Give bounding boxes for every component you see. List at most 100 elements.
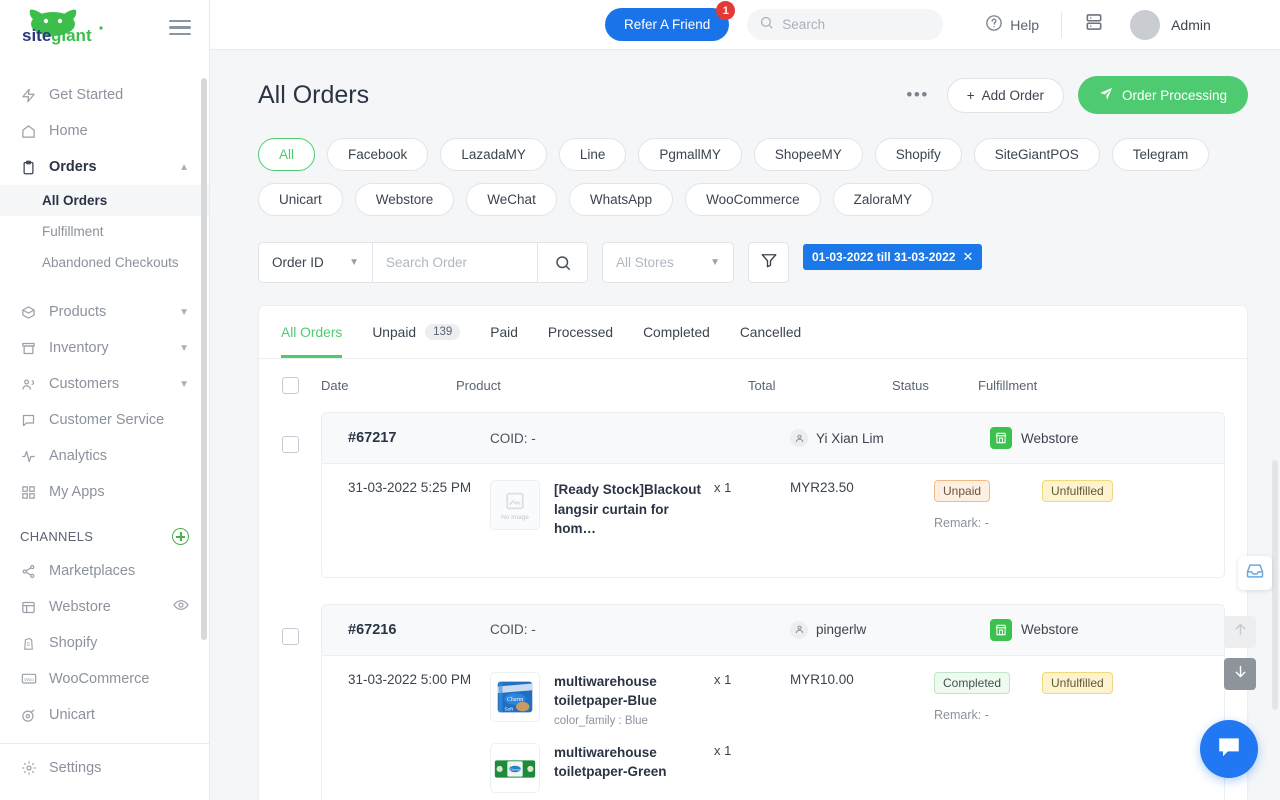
chip-sitegiantpos[interactable]: SiteGiantPOS xyxy=(973,138,1100,171)
chevron-down-icon: ▼ xyxy=(179,306,189,318)
sidebar-item-all-orders[interactable]: All Orders xyxy=(0,185,209,216)
more-options-icon[interactable]: ••• xyxy=(902,85,932,105)
order-card-header: #67217 COID: - Yi Xian Lim Webstore xyxy=(322,413,1224,464)
scroll-down-button[interactable] xyxy=(1224,658,1256,690)
sidebar-item-my-apps[interactable]: My Apps xyxy=(0,474,209,510)
order-customer[interactable]: pingerlw xyxy=(790,620,990,639)
filter-button[interactable] xyxy=(748,242,789,283)
order-fulfillment-cell: Unfulfilled xyxy=(1020,480,1224,555)
refer-a-friend-button[interactable]: Refer A Friend xyxy=(605,8,730,41)
tab-paid[interactable]: Paid xyxy=(490,307,518,358)
select-all-checkbox[interactable] xyxy=(281,377,299,394)
content-scrollbar[interactable] xyxy=(1272,460,1278,710)
product-line: Charm Soft multiwarehouse toiletpaper-Bl… xyxy=(490,671,790,727)
add-order-label: Add Order xyxy=(981,87,1044,103)
sidebar-item-marketplaces[interactable]: Marketplaces xyxy=(0,553,209,589)
sidebar-subitem-label: Fulfillment xyxy=(42,224,104,239)
chip-facebook[interactable]: Facebook xyxy=(327,138,429,171)
chip-woocommerce[interactable]: WooCommerce xyxy=(685,183,821,216)
sidebar-item-settings[interactable]: Settings xyxy=(0,750,209,786)
chat-support-button[interactable] xyxy=(1200,720,1258,778)
chip-webstore[interactable]: Webstore xyxy=(354,183,455,216)
chip-telegram[interactable]: Telegram xyxy=(1111,138,1210,171)
tab-completed[interactable]: Completed xyxy=(643,307,710,358)
tab-unpaid[interactable]: Unpaid 139 xyxy=(372,306,461,358)
order-channel: Webstore xyxy=(990,618,1079,641)
channel-filter-chips: All Facebook LazadaMY Line PgmallMY Shop… xyxy=(258,138,1218,216)
eye-icon[interactable] xyxy=(173,597,189,617)
chip-pgmallmy[interactable]: PgmallMY xyxy=(638,138,742,171)
sidebar-item-webstore[interactable]: Webstore xyxy=(0,589,209,625)
sidebar-item-analytics[interactable]: Analytics xyxy=(0,438,209,474)
tab-all-orders[interactable]: All Orders xyxy=(281,307,343,358)
sidebar-nav: Get Started Home Orders ▲ All Orders Ful… xyxy=(0,55,209,800)
order-coid: COID: - xyxy=(490,622,536,638)
product-thumbnail-no-image: No image xyxy=(490,480,540,530)
product-info: [Ready Stock]Blackout langsir curtain fo… xyxy=(554,480,790,539)
chip-lazadamy[interactable]: LazadaMY xyxy=(440,138,547,171)
search-input[interactable] xyxy=(782,17,932,32)
sidebar-item-label: Webstore xyxy=(49,599,111,615)
sidebar-item-customers[interactable]: Customers ▼ xyxy=(0,366,209,402)
add-order-button[interactable]: + Add Order xyxy=(946,77,1064,113)
sidebar-item-unicart[interactable]: Unicart xyxy=(0,697,209,733)
svg-text:Woo: Woo xyxy=(24,677,34,682)
chip-shopify[interactable]: Shopify xyxy=(874,138,962,171)
shopify-icon: S xyxy=(20,635,37,652)
sidebar-item-inventory[interactable]: Inventory ▼ xyxy=(0,330,209,366)
order-card-67217[interactable]: #67217 COID: - Yi Xian Lim Webstore 31-0… xyxy=(321,412,1225,578)
date-range-label: 01-03-2022 till 31-03-2022 xyxy=(812,250,956,264)
stores-select[interactable]: All Stores ▼ xyxy=(602,242,734,283)
sidebar-subitem-label: Abandoned Checkouts xyxy=(42,255,179,270)
product-qty: x 1 xyxy=(714,480,732,495)
sitegiant-logo[interactable]: site giant xyxy=(20,8,115,48)
sidebar-item-fulfillment[interactable]: Fulfillment xyxy=(0,216,209,247)
global-search[interactable] xyxy=(747,9,944,40)
inbox-float-button[interactable] xyxy=(1238,556,1272,590)
close-icon[interactable]: ✕ xyxy=(962,249,973,265)
chip-all[interactable]: All xyxy=(258,138,316,171)
sidebar-item-abandoned-checkouts[interactable]: Abandoned Checkouts xyxy=(0,247,209,278)
sidebar-divider xyxy=(0,743,209,744)
order-total: MYR10.00 xyxy=(790,671,854,687)
sidebar-item-get-started[interactable]: Get Started xyxy=(0,77,209,113)
sidebar-item-shopify[interactable]: S Shopify xyxy=(0,625,209,661)
order-select-checkbox[interactable] xyxy=(281,627,299,645)
chevron-down-icon: ▼ xyxy=(710,257,720,268)
chip-zaloramy[interactable]: ZaloraMY xyxy=(832,183,934,216)
sidebar-scrollbar[interactable] xyxy=(201,78,207,640)
tab-cancelled[interactable]: Cancelled xyxy=(740,307,801,358)
layout-toggle-icon[interactable] xyxy=(1084,12,1104,37)
sidebar: site giant Get Started Home Orders ▲ All… xyxy=(0,0,210,800)
chip-shopeemy[interactable]: ShopeeMY xyxy=(753,138,863,171)
order-customer[interactable]: Yi Xian Lim xyxy=(790,429,990,447)
add-channel-icon[interactable] xyxy=(172,528,189,545)
product-name: multiwarehouse toiletpaper-Blue xyxy=(554,673,657,709)
date-range-chip[interactable]: 01-03-2022 till 31-03-2022 ✕ xyxy=(803,244,983,270)
tab-processed[interactable]: Processed xyxy=(548,307,613,358)
users-icon xyxy=(20,376,37,393)
sidebar-item-home[interactable]: Home xyxy=(0,113,209,149)
sidebar-item-customer-service[interactable]: Customer Service xyxy=(0,402,209,438)
admin-menu[interactable]: Admin xyxy=(1130,9,1211,40)
scroll-up-button[interactable] xyxy=(1224,616,1256,648)
chip-line[interactable]: Line xyxy=(558,138,627,171)
sidebar-item-orders[interactable]: Orders ▲ xyxy=(0,149,209,185)
help-button[interactable]: Help xyxy=(985,14,1039,35)
order-id: #67216 xyxy=(348,621,397,638)
search-field-select[interactable]: Order ID ▼ xyxy=(259,243,373,282)
chip-wechat[interactable]: WeChat xyxy=(466,183,557,216)
order-search-input[interactable] xyxy=(373,243,537,282)
sidebar-item-label: Home xyxy=(49,123,88,139)
chip-unicart[interactable]: Unicart xyxy=(258,183,343,216)
search-submit-button[interactable] xyxy=(537,243,587,282)
home-icon xyxy=(20,123,37,140)
sidebar-item-products[interactable]: Products ▼ xyxy=(0,294,209,330)
order-processing-button[interactable]: Order Processing xyxy=(1077,76,1248,114)
sidebar-item-woocommerce[interactable]: Woo WooCommerce xyxy=(0,661,209,697)
order-select-checkbox[interactable] xyxy=(281,436,299,453)
order-card-67216[interactable]: #67216 COID: - pingerlw Webstore 31-03-2… xyxy=(321,603,1225,800)
chip-whatsapp[interactable]: WhatsApp xyxy=(568,183,674,216)
order-card-body: 31-03-2022 5:25 PM No image [Ready Stock… xyxy=(322,464,1224,577)
hamburger-menu-icon[interactable] xyxy=(169,16,191,40)
